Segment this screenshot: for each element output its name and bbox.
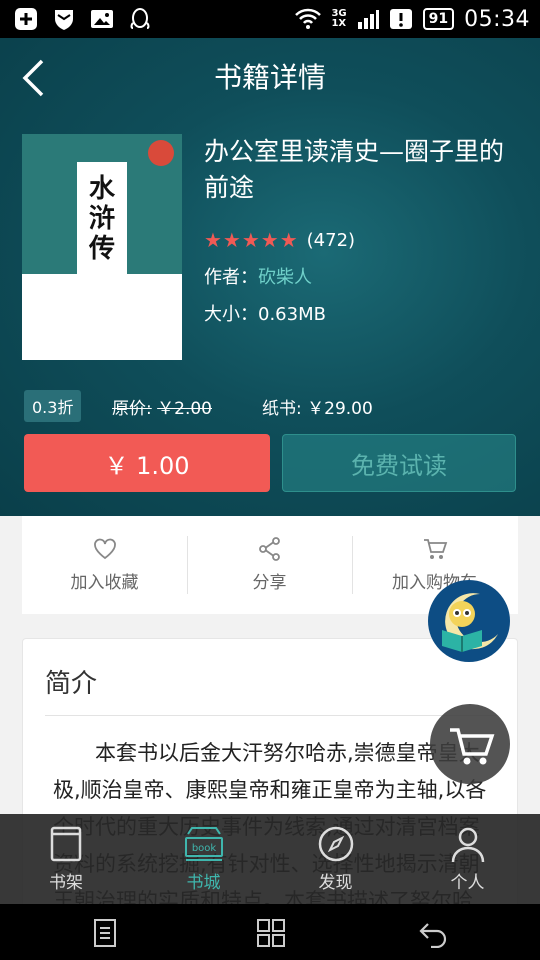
share-button[interactable]: 分享	[187, 516, 352, 596]
paper-price: 纸书: ￥29.00	[262, 394, 373, 419]
svg-text:book: book	[191, 843, 216, 854]
tab-label: 书架	[49, 873, 83, 893]
battery-indicator: 91	[422, 8, 455, 30]
tab-bookshelf[interactable]: 书架	[6, 814, 126, 904]
menu-icon[interactable]	[90, 918, 120, 948]
size-label: 大小：	[204, 304, 258, 325]
tab-bookstore[interactable]: book 书城	[136, 814, 271, 904]
page-title: 书籍详情	[213, 61, 326, 94]
star-rating-icon: ★★★★★	[204, 228, 299, 252]
paper-price-label: 纸书:	[262, 399, 302, 419]
original-price: 原价: ￥2.00	[112, 394, 212, 419]
author-link[interactable]: 砍柴人	[258, 267, 312, 288]
discount-badge: 0.3折	[24, 390, 82, 422]
free-trial-button[interactable]: 免费试读	[282, 434, 516, 492]
author-row: 作者：砍柴人	[204, 263, 312, 289]
shield-icon	[55, 10, 73, 30]
reading-mascot-button[interactable]	[428, 580, 510, 662]
add-to-cart-button[interactable]: 加入购物车	[352, 516, 517, 596]
paper-price-value: ￥29.00	[307, 399, 373, 419]
floating-cart-button[interactable]	[430, 704, 510, 784]
book-hero: 书籍详情 水浒传 办公室里读清史—圈子里的前途 ★★★★★ (472) 作者：砍…	[0, 38, 540, 516]
tab-profile[interactable]: 个人	[400, 814, 535, 904]
wifi-icon	[295, 8, 322, 29]
rating-count: (472)	[306, 229, 356, 251]
cover-calligraphy: 水浒传	[88, 174, 115, 264]
bookshelf-icon	[50, 826, 82, 862]
share-label: 分享	[252, 573, 287, 593]
back-nav-icon[interactable]	[418, 918, 448, 948]
cart-icon	[423, 539, 447, 559]
book-cover: 水浒传	[22, 134, 182, 360]
status-bar: 3G 1X 91 05:34	[0, 0, 540, 38]
original-price-label: 原价:	[112, 399, 152, 419]
person-icon	[451, 827, 484, 863]
intro-heading: 简介	[45, 669, 98, 699]
share-icon	[258, 537, 280, 561]
image-icon	[91, 10, 113, 28]
tab-discover[interactable]: 发现	[268, 814, 403, 904]
size-row: 大小：0.63MB	[204, 300, 326, 326]
size-value: 0.63MB	[258, 304, 326, 325]
add-icon	[15, 8, 37, 30]
cart-icon	[450, 728, 495, 765]
rating: ★★★★★ (472)	[204, 228, 355, 252]
bottom-tab-bar: 书架 book 书城 发现 个人	[0, 814, 540, 904]
home-icon[interactable]	[256, 918, 286, 948]
system-nav-bar	[0, 904, 540, 960]
signal-icon	[357, 10, 379, 29]
alert-icon	[389, 9, 412, 29]
book-title: 办公室里读清史—圈子里的前途	[204, 137, 505, 202]
original-price-value: ￥2.00	[157, 399, 212, 419]
price-badge-icon	[148, 140, 174, 166]
buy-button[interactable]: ￥ 1.00	[24, 434, 270, 492]
add-favorite-label: 加入收藏	[70, 573, 139, 593]
compass-icon	[318, 826, 353, 862]
mascot-icon	[442, 593, 498, 652]
clock: 05:34	[464, 6, 530, 32]
bookstore-icon: book	[184, 827, 223, 861]
add-favorite-button[interactable]: 加入收藏	[22, 516, 187, 596]
heart-icon	[93, 538, 116, 560]
tab-label: 书城	[186, 873, 221, 893]
tab-label: 个人	[450, 873, 485, 893]
author-label: 作者：	[204, 267, 258, 288]
tab-label: 发现	[318, 873, 353, 893]
qq-icon	[130, 8, 150, 29]
network-indicator: 3G 1X	[331, 8, 347, 29]
